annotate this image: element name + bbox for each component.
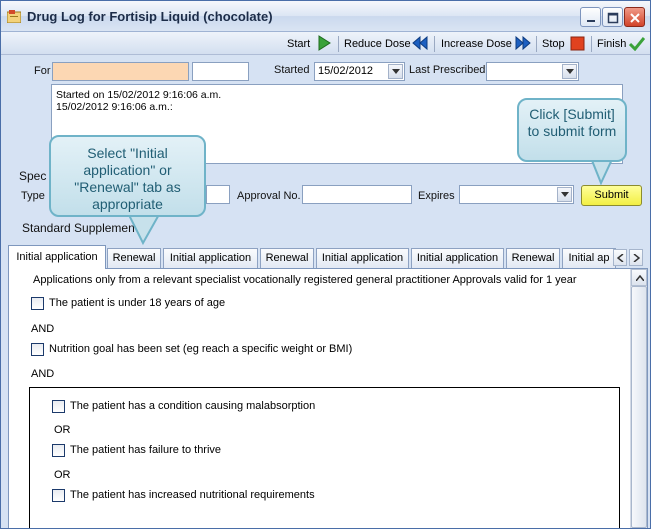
play-icon[interactable]	[317, 35, 331, 51]
type-field[interactable]	[206, 185, 230, 204]
last-prescribed-select[interactable]	[486, 62, 579, 81]
app-icon	[7, 10, 21, 23]
chevron-right-icon	[633, 254, 640, 262]
intro-text: Applications only from a relevant specia…	[33, 274, 577, 286]
title-bar: Drug Log for Fortisip Liquid (chocolate)	[1, 1, 650, 32]
standard-supplements-label: Standard Supplemen	[22, 221, 135, 235]
chevron-up-icon	[636, 275, 644, 281]
stop-icon[interactable]	[570, 35, 585, 51]
toolbar-separator	[434, 36, 435, 52]
minimize-icon	[587, 20, 595, 22]
criteria-checkbox[interactable]	[31, 297, 44, 310]
chevron-down-icon	[561, 192, 569, 197]
stop-label: Stop	[542, 38, 565, 50]
chevron-down-icon	[392, 69, 400, 74]
criteria-checkbox[interactable]	[52, 489, 65, 502]
start-label: Start	[287, 38, 311, 50]
for-extra-field[interactable]	[192, 62, 249, 81]
minimize-button[interactable]	[580, 7, 601, 27]
for-label: For	[34, 65, 51, 77]
started-date-value: 15/02/2012	[318, 65, 374, 77]
expires-select[interactable]	[459, 185, 574, 204]
criteria-label: Nutrition goal has been set (eg reach a …	[49, 343, 353, 355]
criteria-label: The patient has failure to thrive	[70, 444, 222, 456]
tab-initial-application[interactable]: Initial application	[411, 248, 504, 269]
submit-button[interactable]: Submit	[581, 185, 642, 206]
scroll-thumb[interactable]	[631, 286, 647, 528]
fast-forward-icon[interactable]	[514, 35, 532, 51]
or-label: OR	[54, 424, 71, 436]
approval-no-label: Approval No.	[237, 190, 301, 202]
start-button[interactable]: Start	[287, 36, 310, 52]
checkmark-icon[interactable]	[629, 35, 645, 51]
submit-hint-text: Click [Submit] to submit form	[527, 106, 617, 139]
criteria-label: The patient has a condition causing mala…	[70, 400, 316, 412]
started-date-picker[interactable]: 15/02/2012	[314, 62, 405, 81]
tabs-hint-text: Select "Initial application" or "Renewal…	[74, 145, 181, 212]
special-authority-heading: Spec	[19, 169, 47, 183]
chevron-left-icon	[617, 254, 624, 262]
last-prescribed-dropdown-arrow[interactable]	[562, 64, 577, 79]
type-label: Type	[21, 190, 45, 202]
increase-dose-label: Increase Dose	[441, 38, 512, 50]
criteria-checkbox[interactable]	[52, 400, 65, 413]
last-prescribed-label: Last Prescribed	[409, 64, 486, 76]
started-label: Started	[274, 64, 310, 76]
criteria-label: The patient has increased nutritional re…	[70, 489, 315, 501]
tab-renewal[interactable]: Renewal	[107, 248, 161, 269]
tabs-hint-callout: Select "Initial application" or "Renewal…	[49, 135, 206, 217]
stop-button[interactable]: Stop	[542, 36, 565, 52]
tab-renewal[interactable]: Renewal	[260, 248, 314, 269]
and-label: AND	[31, 323, 55, 335]
tab-initial-application[interactable]: Initial application	[316, 248, 409, 269]
expires-dropdown-arrow[interactable]	[557, 187, 572, 202]
toolbar: Start Reduce Dose Increase Dose Stop Fin…	[1, 32, 650, 55]
tab-initial-application[interactable]: Initial application	[163, 248, 258, 269]
toolbar-separator	[338, 36, 339, 52]
window-title: Drug Log for Fortisip Liquid (chocolate)	[27, 9, 273, 24]
finish-label: Finish	[597, 38, 627, 50]
finish-button[interactable]: Finish	[597, 36, 626, 52]
maximize-icon	[607, 12, 619, 24]
tab-panel: Applications only from a relevant specia…	[8, 268, 648, 528]
reduce-dose-button[interactable]: Reduce Dose	[344, 36, 411, 52]
toolbar-separator	[536, 36, 537, 52]
or-group-box: The patient has a condition causing mala…	[29, 387, 620, 528]
scroll-up-button[interactable]	[631, 269, 647, 286]
vertical-scrollbar[interactable]	[630, 269, 647, 528]
for-field[interactable]	[52, 62, 189, 81]
close-button[interactable]	[624, 7, 645, 27]
increase-dose-button[interactable]: Increase Dose	[441, 36, 512, 52]
criteria-checkbox[interactable]	[52, 444, 65, 457]
or-label: OR	[54, 469, 71, 481]
submit-hint-callout: Click [Submit] to submit form	[517, 98, 627, 162]
tab-initial-application[interactable]: Initial application	[8, 245, 106, 269]
expires-label: Expires	[418, 190, 455, 202]
drug-log-window: Drug Log for Fortisip Liquid (chocolate)…	[0, 0, 651, 529]
tab-renewal[interactable]: Renewal	[506, 248, 560, 269]
started-dropdown-arrow[interactable]	[388, 64, 403, 79]
tab-scroll-left-button[interactable]	[613, 249, 627, 266]
approval-no-field[interactable]	[302, 185, 412, 204]
chevron-down-icon	[566, 69, 574, 74]
tab-initial-application[interactable]: Initial ap	[562, 248, 616, 269]
rewind-icon[interactable]	[411, 35, 429, 51]
reduce-dose-label: Reduce Dose	[344, 38, 411, 50]
maximize-button[interactable]	[602, 7, 623, 27]
and-label: AND	[31, 368, 55, 380]
tab-scroll-right-button[interactable]	[629, 249, 643, 266]
criteria-checkbox[interactable]	[31, 343, 44, 356]
close-icon	[630, 13, 640, 23]
toolbar-separator	[591, 36, 592, 52]
criteria-label: The patient is under 18 years of age	[49, 297, 226, 309]
